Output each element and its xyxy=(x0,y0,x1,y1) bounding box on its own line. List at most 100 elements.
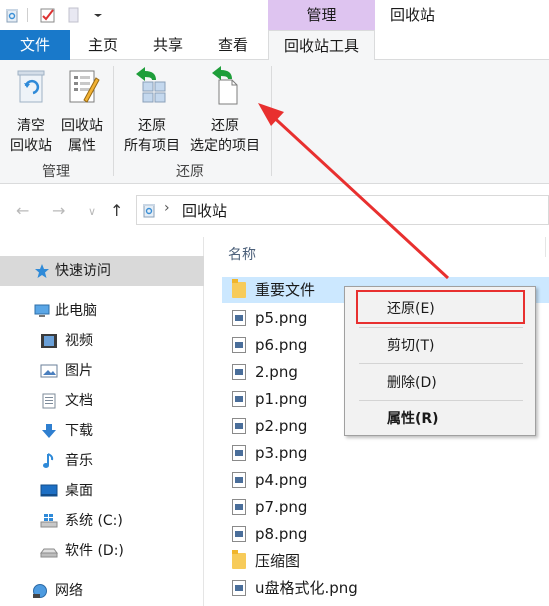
file-name: p1.png xyxy=(255,390,308,408)
menu-item-delete[interactable]: 删除(D) xyxy=(345,368,535,398)
ribbon-group-manage: 管理 xyxy=(42,164,70,180)
chevron-down-icon[interactable] xyxy=(90,7,106,23)
list-item[interactable]: u盘格式化.png xyxy=(222,575,549,601)
image-file-icon xyxy=(232,580,246,596)
recycle-bin-icon xyxy=(6,9,18,23)
tab-view[interactable]: 查看 xyxy=(215,30,251,60)
sidebar-item-drive-c[interactable]: 系统 (C:) xyxy=(0,506,204,536)
sidebar-item-downloads[interactable]: 下载 xyxy=(0,416,204,446)
file-name: 2.png xyxy=(255,363,298,381)
menu-separator xyxy=(359,363,523,364)
restore-all-items-line2: 所有项目 xyxy=(124,138,180,154)
up-arrow-icon[interactable]: ↑ xyxy=(110,201,123,220)
music-icon xyxy=(43,453,54,468)
sidebar-item-desktop[interactable]: 桌面 xyxy=(0,476,204,506)
drive-icon xyxy=(40,548,58,558)
list-item[interactable]: p8.png xyxy=(222,521,549,547)
quick-access-separator xyxy=(27,8,28,22)
file-name: p8.png xyxy=(255,525,308,543)
recent-locations-chevron-icon[interactable]: ∨ xyxy=(88,205,96,218)
column-header-name[interactable]: 名称 xyxy=(228,244,256,264)
ribbon-group-separator xyxy=(271,66,272,176)
tab-file[interactable]: 文件 xyxy=(0,30,70,60)
restore-selected-icon xyxy=(212,66,238,105)
recycle-bin-properties-line2: 属性 xyxy=(68,138,96,154)
download-icon xyxy=(42,424,56,438)
tab-share[interactable]: 共享 xyxy=(150,30,186,60)
sidebar-item-label: 快速访问 xyxy=(55,263,111,279)
list-item[interactable]: p3.png xyxy=(222,440,549,466)
image-file-icon xyxy=(232,337,246,353)
folder-icon xyxy=(232,550,246,569)
ribbon-tabs: 文件 主页 共享 查看 回收站工具 xyxy=(0,30,549,61)
file-name: p5.png xyxy=(255,309,308,327)
sidebar-item-label: 桌面 xyxy=(65,483,93,499)
ribbon-group-restore: 还原 xyxy=(176,164,204,180)
tab-recycle-bin-tools[interactable]: 回收站工具 xyxy=(268,30,375,61)
pictures-icon xyxy=(40,364,58,378)
menu-item-label: 属性(R) xyxy=(387,411,439,427)
back-arrow-icon[interactable]: ← xyxy=(16,201,29,220)
navigation-pane: 快速访问 此电脑 视频 图片 文档 下载 音乐 桌面 系统 (C:) 软件 (D… xyxy=(0,237,204,606)
video-icon xyxy=(41,334,57,348)
list-item[interactable]: 压缩图 xyxy=(222,548,549,574)
file-name: 压缩图 xyxy=(255,552,301,570)
list-item[interactable]: p7.png xyxy=(222,494,549,520)
menu-item-cut[interactable]: 剪切(T) xyxy=(345,331,535,361)
forward-arrow-icon[interactable]: → xyxy=(52,201,65,220)
sidebar-item-music[interactable]: 音乐 xyxy=(0,446,204,476)
file-name: p2.png xyxy=(255,417,308,435)
menu-item-label: 删除(D) xyxy=(387,375,437,391)
file-name: u盘格式化.png xyxy=(255,579,358,597)
image-file-icon xyxy=(232,364,246,380)
restore-selected-items-line2: 选定的项目 xyxy=(190,138,260,154)
empty-recycle-bin-line2: 回收站 xyxy=(10,138,52,154)
image-file-icon xyxy=(232,445,246,461)
list-item[interactable]: p4.png xyxy=(222,467,549,493)
sidebar-item-quick-access[interactable]: 快速访问 xyxy=(0,256,204,286)
image-file-icon xyxy=(232,526,246,542)
ribbon: 清空 回收站 回收站 属性 管理 还原 所有项目 还原 选定的项目 还原 xyxy=(0,60,549,184)
image-file-icon xyxy=(232,418,246,434)
image-file-icon xyxy=(232,472,246,488)
sidebar-item-videos[interactable]: 视频 xyxy=(0,326,204,356)
restore-selected-items-button[interactable]: 还原 选定的项目 xyxy=(186,66,264,156)
restore-all-icon xyxy=(136,67,166,103)
documents-icon xyxy=(42,393,56,409)
recycle-bin-properties-line1: 回收站 xyxy=(61,118,103,134)
recycle-bin-icon xyxy=(143,204,155,218)
empty-recycle-bin-button[interactable]: 清空 回收站 xyxy=(8,66,54,156)
menu-item-properties[interactable]: 属性(R) xyxy=(345,404,535,434)
sidebar-item-documents[interactable]: 文档 xyxy=(0,386,204,416)
tab-home[interactable]: 主页 xyxy=(85,30,121,60)
sidebar-item-label: 视频 xyxy=(65,333,93,349)
sidebar-item-drive-d[interactable]: 软件 (D:) xyxy=(0,536,204,566)
sidebar-item-pictures[interactable]: 图片 xyxy=(0,356,204,386)
ribbon-group-separator xyxy=(113,66,114,176)
properties-icon xyxy=(69,70,100,103)
file-name: p6.png xyxy=(255,336,308,354)
new-folder-icon[interactable] xyxy=(66,7,82,23)
empty-recycle-bin-line1: 清空 xyxy=(17,118,45,134)
file-name: p3.png xyxy=(255,444,308,462)
restore-selected-items-line1: 还原 xyxy=(211,118,239,134)
sidebar-item-this-pc[interactable]: 此电脑 xyxy=(0,296,204,326)
column-divider xyxy=(545,237,546,257)
properties-icon[interactable] xyxy=(40,7,56,23)
recycle-bin-properties-button[interactable]: 回收站 属性 xyxy=(57,66,107,156)
star-icon xyxy=(35,264,49,278)
sidebar-item-label: 此电脑 xyxy=(55,303,97,319)
window-title: 回收站 xyxy=(390,6,436,24)
restore-all-items-line1: 还原 xyxy=(138,118,166,134)
breadcrumb-separator-icon[interactable]: › xyxy=(164,200,170,216)
image-file-icon xyxy=(232,310,246,326)
menu-separator xyxy=(359,327,523,328)
file-name: p4.png xyxy=(255,471,308,489)
title-bar: 管理 回收站 xyxy=(0,0,549,30)
image-file-icon xyxy=(232,499,246,515)
sidebar-item-label: 网络 xyxy=(55,583,83,599)
sidebar-item-network[interactable]: 网络 xyxy=(0,576,204,606)
folder-icon xyxy=(232,279,246,298)
restore-all-items-button[interactable]: 还原 所有项目 xyxy=(120,66,184,156)
breadcrumb-location[interactable]: 回收站 xyxy=(182,200,227,221)
